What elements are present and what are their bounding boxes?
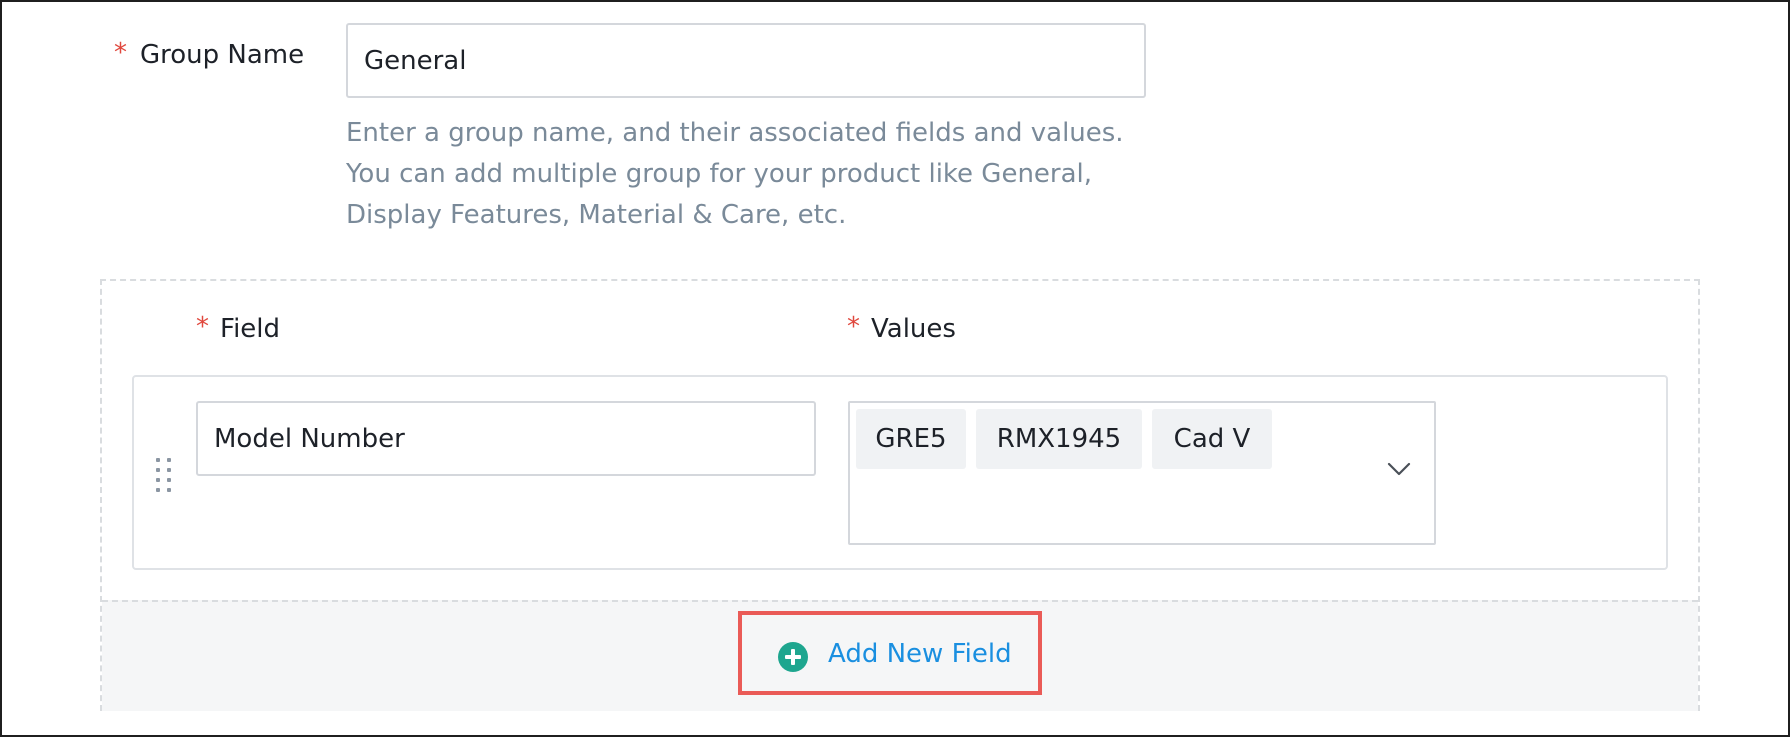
- required-asterisk: *: [196, 312, 209, 342]
- group-name-help-text: Enter a group name, and their associated…: [346, 113, 1186, 236]
- chevron-down-icon[interactable]: [1386, 461, 1412, 477]
- required-asterisk: *: [847, 312, 860, 342]
- field-name-input[interactable]: Model Number: [196, 401, 816, 476]
- value-chip-label: GRE5: [875, 424, 947, 454]
- help-line-2: You can add multiple group for your prod…: [346, 159, 1093, 189]
- help-line-3: Display Features, Material & Care, etc.: [346, 200, 847, 230]
- group-name-input[interactable]: General: [346, 23, 1146, 98]
- value-chip[interactable]: Cad V: [1152, 409, 1272, 469]
- values-column-label-text: Values: [871, 314, 956, 344]
- value-chip[interactable]: RMX1945: [976, 409, 1142, 469]
- required-asterisk: *: [114, 38, 127, 68]
- plus-circle-icon: [778, 642, 808, 672]
- add-new-field-label: Add New Field: [828, 639, 1012, 669]
- group-name-value: General: [364, 45, 467, 76]
- help-line-1: Enter a group name, and their associated…: [346, 118, 1124, 148]
- field-column-label-text: Field: [220, 314, 281, 344]
- value-chip-label: RMX1945: [996, 424, 1122, 454]
- values-multiselect[interactable]: GRE5 RMX1945 Cad V: [848, 401, 1436, 545]
- add-new-field-button[interactable]: Add New Field: [738, 611, 1042, 695]
- value-chip-label: Cad V: [1173, 424, 1251, 454]
- value-chip[interactable]: GRE5: [856, 409, 966, 469]
- group-name-label-text: Group Name: [140, 40, 305, 70]
- drag-handle-icon[interactable]: [156, 458, 176, 492]
- field-name-value: Model Number: [214, 423, 405, 454]
